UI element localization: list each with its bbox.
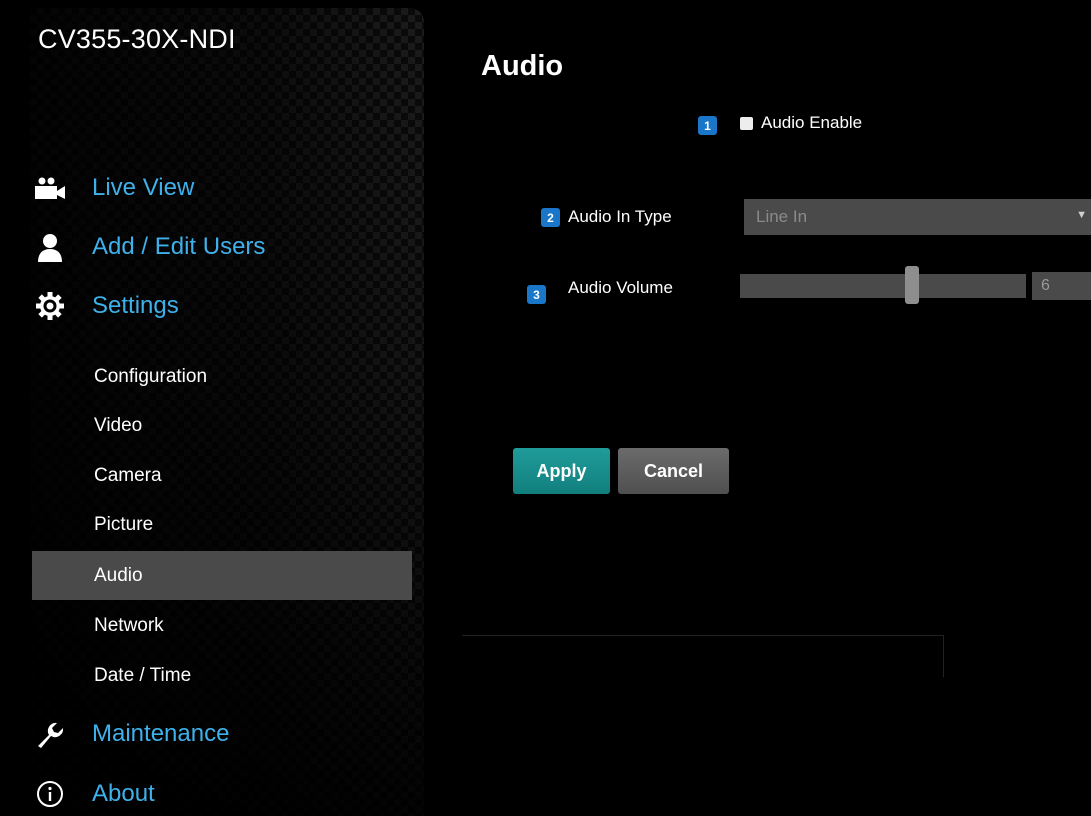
- sub-picture[interactable]: Picture: [32, 502, 412, 548]
- cancel-button[interactable]: Cancel: [618, 448, 729, 494]
- footer-divider: [462, 635, 944, 636]
- nav-maintenance-label: Maintenance: [92, 720, 230, 747]
- page: CV355-30X-NDI Live View Add / Edit Users: [0, 0, 1091, 816]
- user-icon: [34, 231, 66, 263]
- sub-video-label: Video: [94, 415, 143, 436]
- wrench-icon: [34, 718, 66, 750]
- sub-network-label: Network: [94, 615, 164, 636]
- audio-in-type-label: Audio In Type: [568, 207, 672, 226]
- sub-camera-label: Camera: [94, 465, 162, 486]
- footer-divider-vertical: [943, 635, 944, 677]
- apply-button[interactable]: Apply: [513, 448, 610, 494]
- gear-icon: [34, 290, 66, 322]
- nav-settings-label: Settings: [92, 292, 179, 319]
- sub-date-time[interactable]: Date / Time: [32, 653, 412, 699]
- audio-enable-checkbox[interactable]: [740, 116, 753, 130]
- audio-in-type-value: Line In: [756, 207, 808, 226]
- nav-about-label: About: [92, 780, 155, 807]
- audio-enable-row: Audio Enable: [740, 113, 862, 133]
- nav-maintenance[interactable]: Maintenance: [34, 714, 229, 754]
- audio-enable-label: Audio Enable: [761, 113, 863, 132]
- callout-badge-3: 3: [527, 285, 546, 304]
- brand-title: CV355-30X-NDI: [38, 24, 236, 54]
- nav-users[interactable]: Add / Edit Users: [34, 227, 265, 267]
- callout-badge-2: 2: [541, 208, 560, 227]
- callout-badge-1: 1: [698, 116, 717, 135]
- sub-video[interactable]: Video: [32, 403, 412, 449]
- sub-camera[interactable]: Camera: [32, 453, 412, 499]
- sub-network[interactable]: Network: [32, 603, 412, 649]
- nav-about[interactable]: About: [34, 774, 155, 814]
- page-title: Audio: [481, 50, 564, 82]
- audio-volume-label: Audio Volume: [568, 278, 673, 297]
- sub-configuration-label: Configuration: [94, 366, 208, 387]
- audio-volume-value: 6: [1032, 272, 1091, 300]
- audio-volume-value-text: 6: [1041, 277, 1050, 294]
- sub-configuration[interactable]: Configuration: [32, 354, 412, 400]
- video-camera-icon: [34, 172, 66, 204]
- nav-users-label: Add / Edit Users: [92, 233, 266, 260]
- audio-in-type-select[interactable]: Line In ▼: [744, 199, 1091, 235]
- audio-volume-slider-thumb[interactable]: [904, 266, 919, 304]
- sub-picture-label: Picture: [94, 514, 154, 535]
- info-icon: [34, 778, 66, 810]
- sub-audio-label: Audio: [94, 564, 143, 586]
- nav-live-view-label: Live View: [92, 174, 195, 201]
- sub-date-time-label: Date / Time: [94, 665, 192, 686]
- audio-volume-slider-track[interactable]: [740, 274, 1026, 298]
- dropdown-arrow-icon: ▼: [1076, 209, 1087, 221]
- nav-settings[interactable]: Settings: [34, 286, 179, 326]
- sub-audio[interactable]: Audio: [32, 551, 412, 600]
- nav-live-view[interactable]: Live View: [34, 168, 194, 208]
